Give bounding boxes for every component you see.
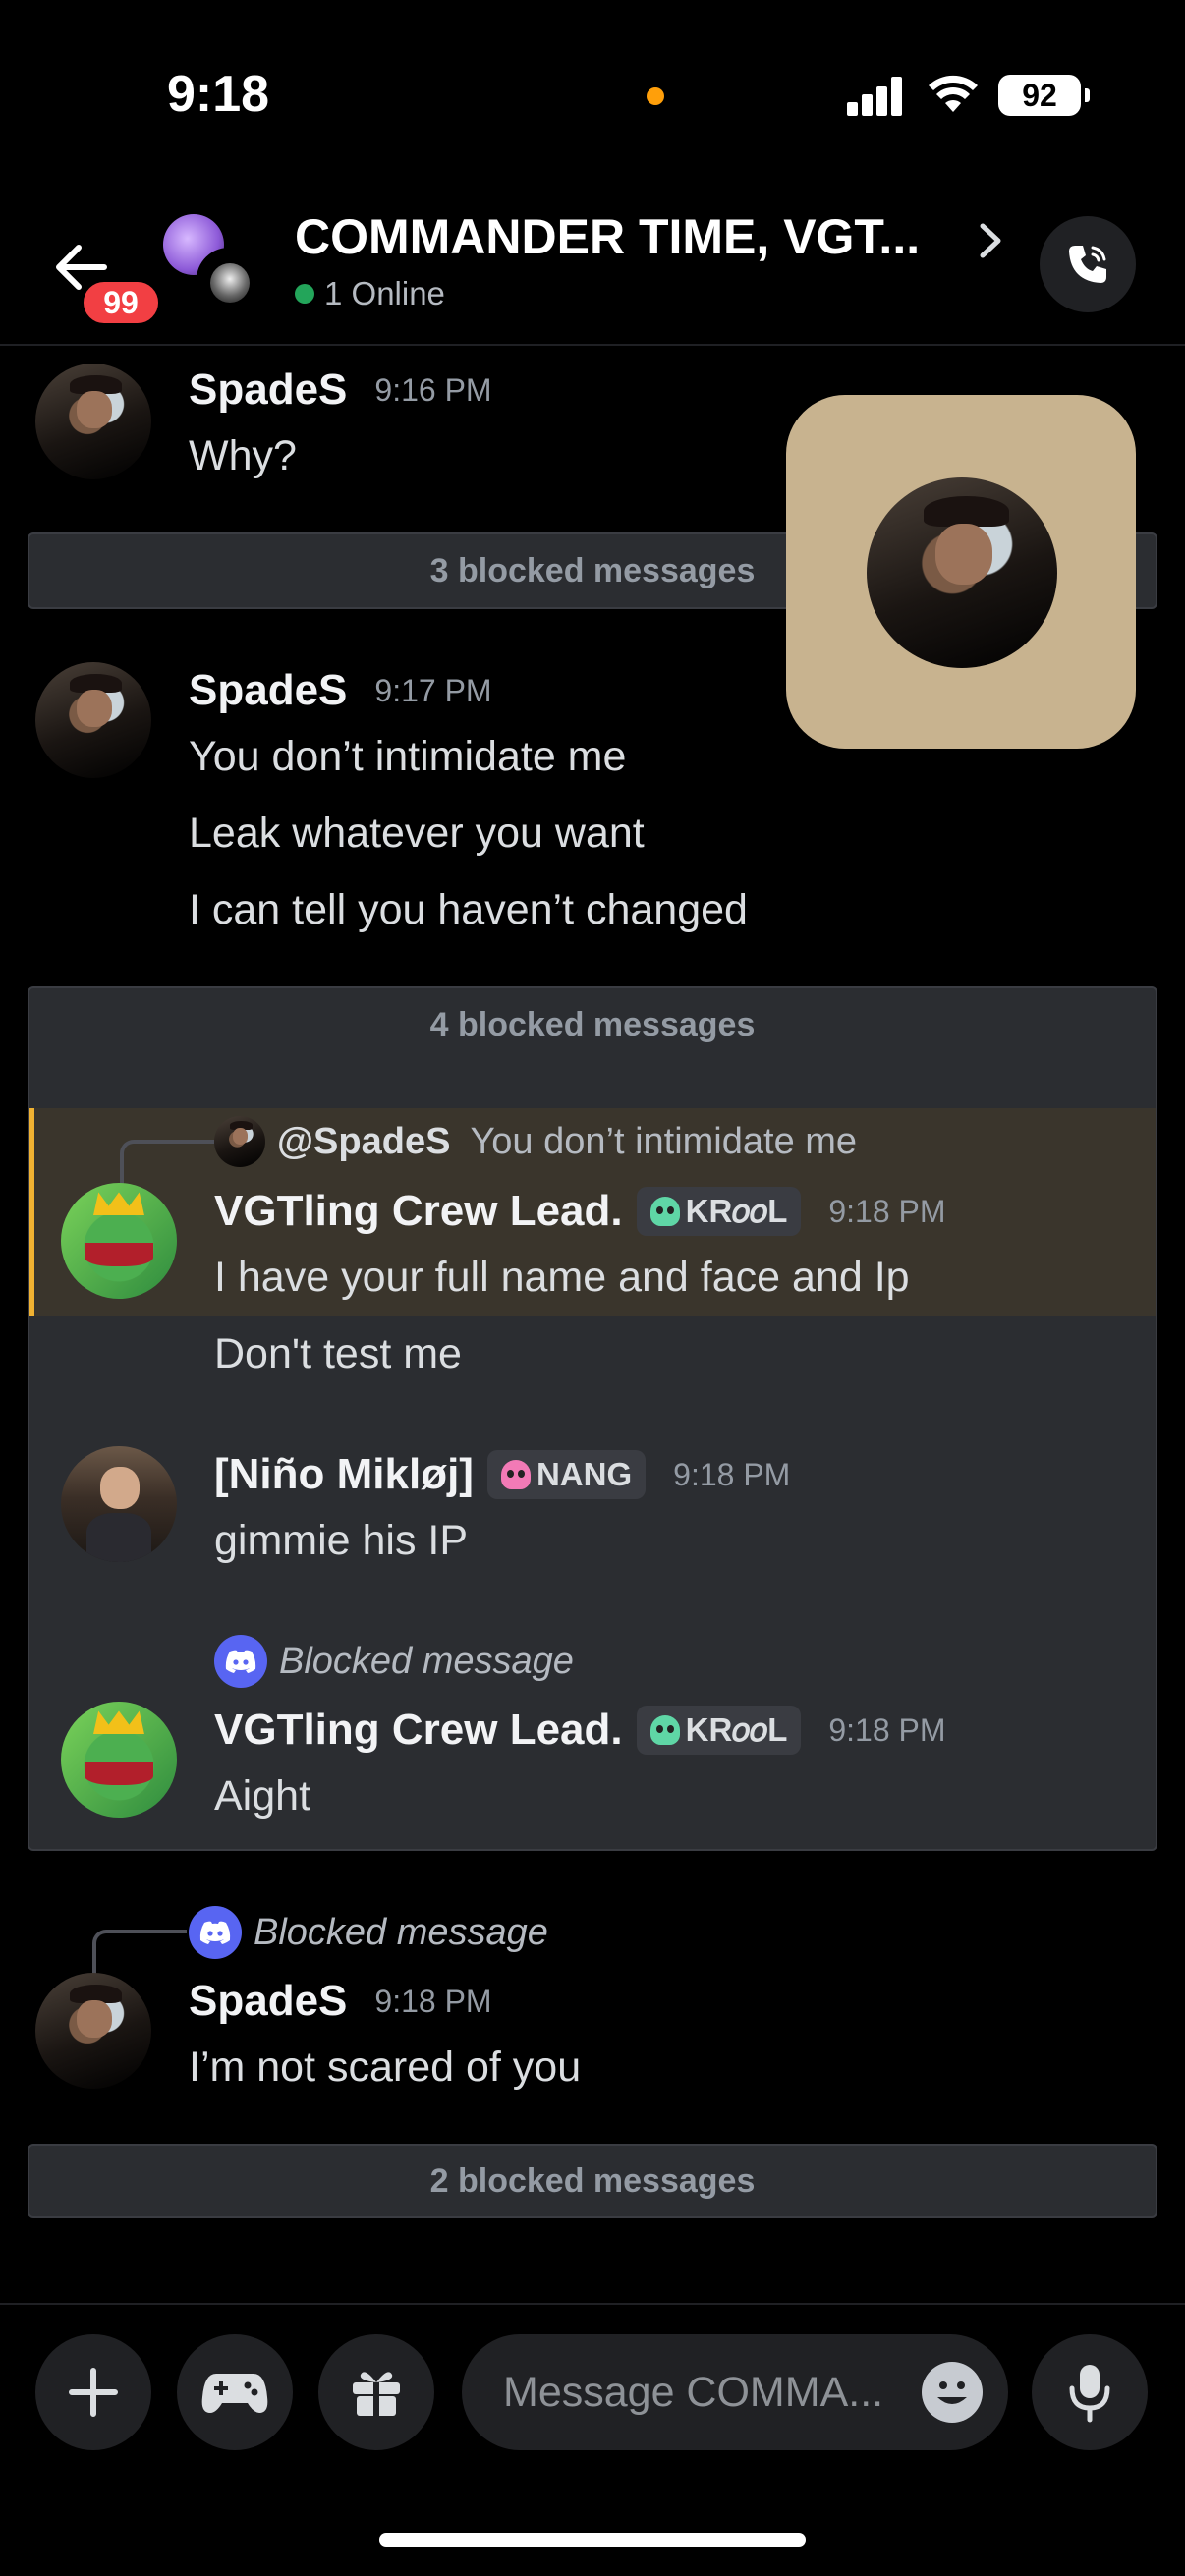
plus-icon xyxy=(69,2368,118,2417)
gamepad-icon xyxy=(201,2374,268,2413)
voice-pip-overlay[interactable] xyxy=(786,395,1136,749)
timestamp: 9:17 PM xyxy=(374,672,492,708)
reply-preview[interactable]: @SpadeS You don’t intimidate me xyxy=(214,1116,857,1167)
cellular-signal-icon xyxy=(847,77,904,116)
message-text: Leak whatever you want xyxy=(189,810,645,857)
message-header: SpadeS 9:16 PM xyxy=(189,365,492,415)
microphone-icon xyxy=(1069,2365,1110,2423)
pip-avatar xyxy=(867,477,1057,668)
battery-indicator: 92 xyxy=(998,75,1090,116)
avatar[interactable] xyxy=(35,364,151,479)
online-status: 1 Online xyxy=(295,275,445,312)
chevron-right-icon[interactable] xyxy=(975,216,1006,265)
timestamp: 9:18 PM xyxy=(828,1711,946,1748)
message-text: gimmie his IP xyxy=(214,1517,469,1564)
unread-badge: 99 xyxy=(79,277,163,328)
avatar[interactable] xyxy=(61,1183,177,1299)
discord-icon xyxy=(214,1635,267,1688)
reply-text: You don’t intimidate me xyxy=(470,1120,858,1162)
username[interactable]: VGTling Crew Lead. xyxy=(214,1706,623,1755)
home-indicator xyxy=(379,2533,806,2547)
message-input-container xyxy=(462,2334,1008,2450)
avatar[interactable] xyxy=(61,1702,177,1818)
reply-connector xyxy=(92,1930,187,1975)
channel-title[interactable]: COMMANDER TIME, VGT... xyxy=(295,208,920,265)
wifi-icon xyxy=(929,75,978,112)
avatar[interactable] xyxy=(35,1973,151,2089)
reply-preview[interactable]: Blocked message xyxy=(214,1635,574,1688)
message-text: Aight xyxy=(214,1772,311,1820)
message-header: SpadeS 9:17 PM xyxy=(189,666,492,715)
username[interactable]: [Niño Mikløj] xyxy=(214,1450,474,1499)
mic-in-use-indicator xyxy=(647,87,664,105)
avatar[interactable] xyxy=(35,662,151,778)
server-tag-label: KR𝜊𝜊L xyxy=(685,1710,788,1748)
reply-text: Blocked message xyxy=(279,1640,574,1682)
blocked-messages-bar[interactable]: 4 blocked messages xyxy=(28,986,1157,1063)
activities-button[interactable] xyxy=(177,2334,293,2450)
status-bar: 9:18 92 xyxy=(0,0,1185,187)
username[interactable]: SpadeS xyxy=(189,1977,347,2026)
message-header: [Niño Mikløj] NANG 9:18 PM xyxy=(214,1450,790,1499)
voice-call-button[interactable] xyxy=(1040,216,1136,312)
reply-preview[interactable]: Blocked message xyxy=(189,1906,548,1959)
message-header: SpadeS 9:18 PM xyxy=(189,1977,492,2026)
message-header: VGTling Crew Lead. KR𝜊𝜊L 9:18 PM xyxy=(214,1187,946,1236)
reply-text: Blocked message xyxy=(254,1911,548,1953)
server-tag[interactable]: KR𝜊𝜊L xyxy=(636,1706,802,1755)
username[interactable]: SpadeS xyxy=(189,666,347,715)
emoji-icon[interactable] xyxy=(922,2362,983,2423)
message-text: I can tell you haven’t changed xyxy=(189,886,748,933)
online-dot-icon xyxy=(295,284,314,304)
timestamp: 9:18 PM xyxy=(673,1456,791,1492)
timestamp: 9:16 PM xyxy=(374,371,492,408)
gift-icon xyxy=(353,2372,400,2416)
server-tag[interactable]: NANG xyxy=(486,1450,647,1499)
phone-call-icon xyxy=(1069,246,1106,283)
voice-message-button[interactable] xyxy=(1032,2334,1148,2450)
skull-icon xyxy=(649,1197,680,1226)
channel-header: 99 COMMANDER TIME, VGT... 1 Online xyxy=(0,187,1185,346)
reply-connector xyxy=(120,1140,214,1185)
timestamp: 9:18 PM xyxy=(828,1193,946,1229)
server-tag-label: KR𝜊𝜊L xyxy=(685,1192,788,1229)
message-input[interactable] xyxy=(503,2368,916,2417)
group-avatar-secondary xyxy=(197,248,261,312)
message-header: VGTling Crew Lead. KR𝜊𝜊L 9:18 PM xyxy=(214,1706,946,1755)
message-text: I’m not scared of you xyxy=(189,2044,582,2091)
add-attachment-button[interactable] xyxy=(35,2334,151,2450)
username[interactable]: SpadeS xyxy=(189,365,347,415)
discord-icon xyxy=(189,1906,242,1959)
server-tag-label: NANG xyxy=(536,1456,633,1492)
message-text: I have your full name and face and Ip xyxy=(214,1254,910,1301)
timestamp: 9:18 PM xyxy=(374,1983,492,2019)
username[interactable]: VGTling Crew Lead. xyxy=(214,1187,623,1236)
status-time: 9:18 xyxy=(167,66,270,123)
message-text: Why? xyxy=(189,432,297,479)
reply-author: @SpadeS xyxy=(277,1120,451,1162)
gift-button[interactable] xyxy=(318,2334,434,2450)
skull-icon xyxy=(500,1460,531,1489)
online-count: 1 Online xyxy=(324,275,445,311)
skull-icon xyxy=(649,1715,680,1745)
blocked-messages-bar[interactable]: 2 blocked messages xyxy=(28,2144,1157,2218)
avatar[interactable] xyxy=(61,1446,177,1562)
reply-avatar xyxy=(214,1116,265,1167)
message-text: Don't test me xyxy=(214,1330,462,1377)
message-text: You don’t intimidate me xyxy=(189,733,627,780)
server-tag[interactable]: KR𝜊𝜊L xyxy=(636,1187,802,1236)
